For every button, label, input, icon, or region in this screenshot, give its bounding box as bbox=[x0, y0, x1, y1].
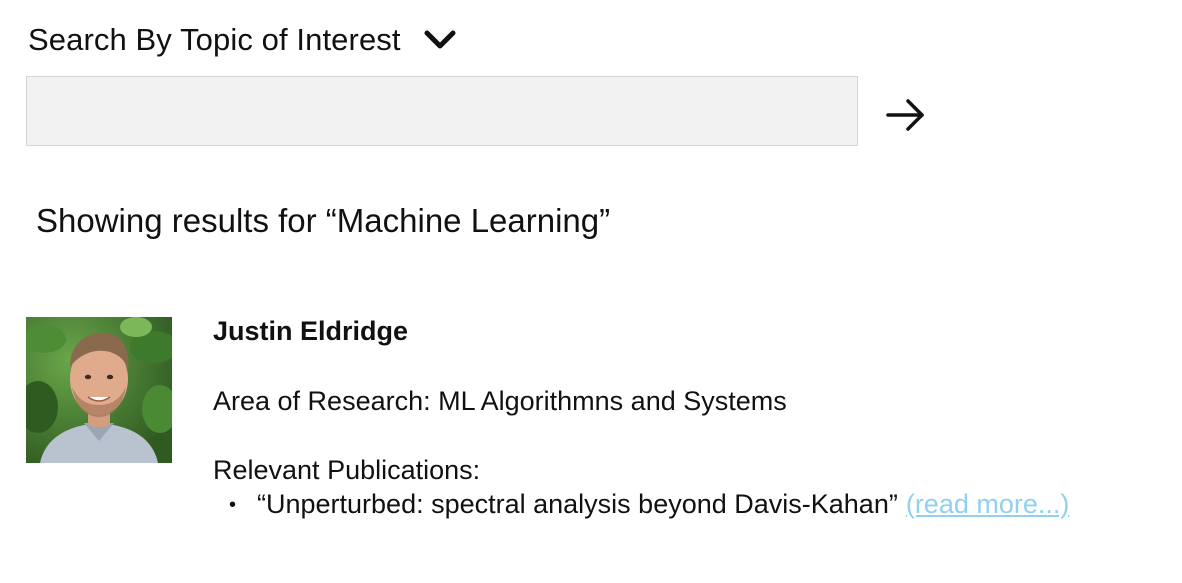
read-more-link[interactable]: (read more...) bbox=[906, 489, 1070, 519]
publication-title: “Unperturbed: spectral analysis beyond D… bbox=[257, 489, 898, 519]
chevron-down-icon[interactable] bbox=[423, 29, 457, 51]
bullet: • bbox=[229, 494, 237, 517]
search-input[interactable] bbox=[26, 76, 858, 146]
result-name[interactable]: Justin Eldridge bbox=[213, 316, 408, 347]
publication-item: • “Unperturbed: spectral analysis beyond … bbox=[229, 489, 1069, 520]
arrow-right-icon[interactable] bbox=[884, 95, 928, 135]
avatar bbox=[26, 317, 172, 463]
publication-list: • “Unperturbed: spectral analysis beyond … bbox=[229, 489, 1069, 520]
search-topic-dropdown[interactable]: Search By Topic of Interest bbox=[28, 22, 457, 58]
result-research-area: Area of Research: ML Algorithmns and Sys… bbox=[213, 386, 787, 416]
page: Search By Topic of Interest Showing resu… bbox=[0, 0, 1182, 583]
results-heading: Showing results for “Machine Learning” bbox=[36, 202, 611, 239]
publications-label: Relevant Publications: bbox=[213, 455, 481, 485]
search-topic-label: Search By Topic of Interest bbox=[28, 22, 401, 57]
